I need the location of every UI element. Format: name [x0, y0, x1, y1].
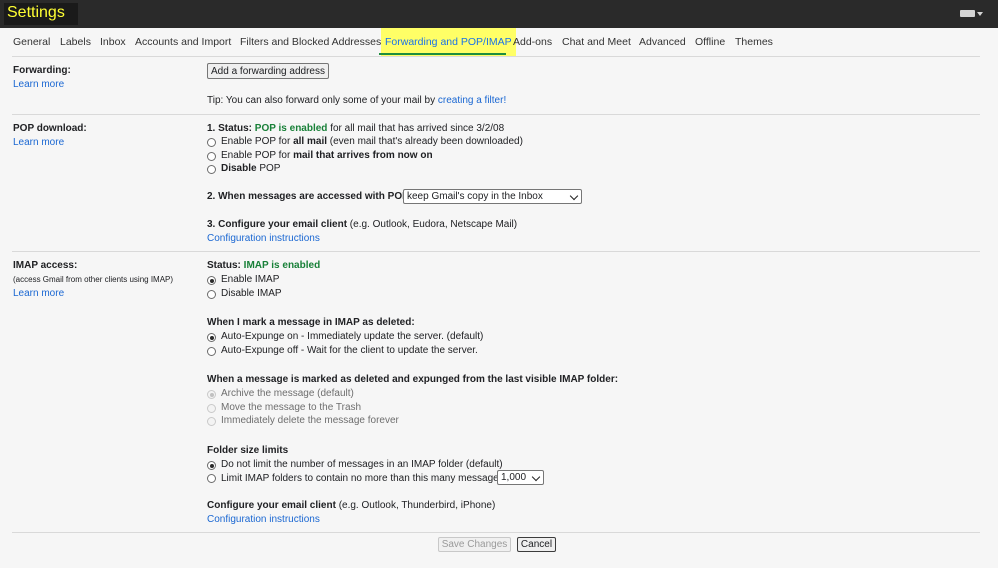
archive-message-label: Archive the message (default) [221, 388, 354, 399]
tab-offline[interactable]: Offline [695, 28, 725, 56]
pop-all-mail-option: Enable POP for all mail (even mail that'… [221, 136, 523, 147]
forwarding-label: Forwarding: [13, 65, 71, 76]
pop-status-prefix: 1. Status: [207, 123, 255, 134]
tab-filters-and-blocked-addresses[interactable]: Filters and Blocked Addresses [240, 28, 381, 56]
pop-status-suffix: for all mail that has arrived since 3/2/… [327, 123, 505, 134]
imap-deleted-heading: When I mark a message in IMAP as deleted… [207, 317, 415, 328]
imap-learn-more-link[interactable]: Learn more [13, 288, 64, 299]
pop-disable-radio[interactable] [207, 165, 216, 174]
folder-limit-select[interactable]: 1,000 [497, 470, 544, 485]
forwarding-learn-more-link[interactable]: Learn more [13, 79, 64, 90]
delete-forever-radio[interactable] [207, 417, 216, 426]
imap-status: Status: IMAP is enabled [207, 260, 320, 271]
pop-status: 1. Status: POP is enabled for all mail t… [207, 123, 504, 134]
settings-tabs: General Labels Inbox Accounts and Import… [0, 28, 998, 56]
save-changes-button[interactable]: Save Changes [438, 537, 511, 552]
delete-forever-label: Immediately delete the message forever [221, 415, 399, 426]
tab-add-ons[interactable]: Add-ons [513, 28, 552, 56]
add-forwarding-address-button[interactable]: Add a forwarding address [207, 63, 329, 79]
page-title: Settings [7, 4, 65, 21]
forwarding-tip: Tip: You can also forward only some of y… [207, 95, 506, 106]
pop-from-now-radio[interactable] [207, 152, 216, 161]
tab-advanced[interactable]: Advanced [639, 28, 686, 56]
pop-configure-label: 3. Configure your email client [207, 219, 348, 230]
folder-size-heading: Folder size limits [207, 445, 289, 456]
imap-access-label: IMAP access: [13, 260, 78, 271]
imap-disable-radio[interactable] [207, 290, 216, 299]
pop-status-value: POP is enabled [254, 123, 328, 134]
cancel-button[interactable]: Cancel [517, 537, 556, 552]
tab-forwarding-pop-imap[interactable]: Forwarding and POP/IMAP [381, 28, 516, 56]
section-divider [12, 532, 980, 533]
auto-expunge-on-radio[interactable] [207, 333, 216, 342]
imap-status-value: IMAP is enabled [243, 260, 321, 271]
chevron-down-icon [531, 472, 541, 482]
option-text: Enable POP for [221, 150, 294, 161]
pop-disable-option: Disable POP [221, 163, 280, 174]
imap-enable-radio[interactable] [207, 276, 216, 285]
limit-folders-label: Limit IMAP folders to contain no more th… [221, 473, 504, 484]
pop-configure-client: 3. Configure your email client (e.g. Out… [207, 219, 517, 230]
keyboard-icon[interactable] [960, 10, 983, 17]
folder-limit-value: 1,000 [501, 472, 527, 483]
option-text: Enable POP for [221, 136, 294, 147]
tab-accounts-and-import[interactable]: Accounts and Import [135, 28, 231, 56]
auto-expunge-on-label: Auto-Expunge on - Immediately update the… [221, 331, 484, 342]
tab-general[interactable]: General [13, 28, 50, 56]
chevron-down-icon [569, 191, 579, 201]
imap-expunged-heading: When a message is marked as deleted and … [207, 374, 619, 385]
option-text-bold: all mail [293, 136, 327, 147]
move-to-trash-radio[interactable] [207, 404, 216, 413]
pop-learn-more-link[interactable]: Learn more [13, 137, 64, 148]
no-limit-radio[interactable] [207, 461, 216, 470]
move-to-trash-label: Move the message to the Trash [221, 402, 362, 413]
tab-inbox[interactable]: Inbox [100, 28, 126, 56]
archive-message-radio[interactable] [207, 390, 216, 399]
section-divider [12, 251, 980, 252]
create-filter-link[interactable]: creating a filter! [438, 95, 506, 106]
pop-configuration-instructions-link[interactable]: Configuration instructions [207, 233, 320, 244]
pop-access-select[interactable]: keep Gmail's copy in the Inbox [403, 189, 582, 204]
top-bar: Settings [0, 0, 998, 28]
forwarding-tip-text: Tip: You can also forward only some of y… [207, 95, 438, 106]
active-tab-indicator [379, 53, 506, 55]
pop-access-question: 2. When messages are accessed with POP [207, 191, 409, 202]
no-limit-label: Do not limit the number of messages in a… [221, 459, 503, 470]
tabs-divider [12, 56, 980, 57]
option-text-bold: mail that arrives from now on [293, 150, 433, 161]
imap-access-sublabel: (access Gmail from other clients using I… [13, 275, 174, 284]
imap-configuration-instructions-link[interactable]: Configuration instructions [207, 514, 320, 525]
imap-disable-label: Disable IMAP [221, 288, 282, 299]
option-text: POP [256, 163, 281, 174]
imap-configure-label: Configure your email client [207, 500, 336, 511]
auto-expunge-off-label: Auto-Expunge off - Wait for the client t… [221, 345, 478, 356]
imap-enable-label: Enable IMAP [221, 274, 280, 285]
tab-chat-and-meet[interactable]: Chat and Meet [562, 28, 631, 56]
pop-all-mail-radio[interactable] [207, 138, 216, 147]
pop-configure-hint: (e.g. Outlook, Eudora, Netscape Mail) [347, 219, 518, 230]
pop-from-now-option: Enable POP for mail that arrives from no… [221, 150, 433, 161]
tab-themes[interactable]: Themes [735, 28, 773, 56]
option-text-bold: Disable [221, 163, 257, 174]
section-divider [12, 114, 980, 115]
limit-folders-radio[interactable] [207, 474, 216, 483]
auto-expunge-off-radio[interactable] [207, 347, 216, 356]
pop-download-label: POP download: [13, 123, 87, 134]
imap-configure-client: Configure your email client (e.g. Outloo… [207, 500, 495, 511]
imap-status-prefix: Status: [207, 260, 244, 271]
imap-configure-hint: (e.g. Outlook, Thunderbird, iPhone) [335, 500, 496, 511]
pop-access-select-value: keep Gmail's copy in the Inbox [407, 191, 543, 202]
option-text: (even mail that's already been downloade… [327, 136, 523, 147]
tab-labels[interactable]: Labels [60, 28, 91, 56]
